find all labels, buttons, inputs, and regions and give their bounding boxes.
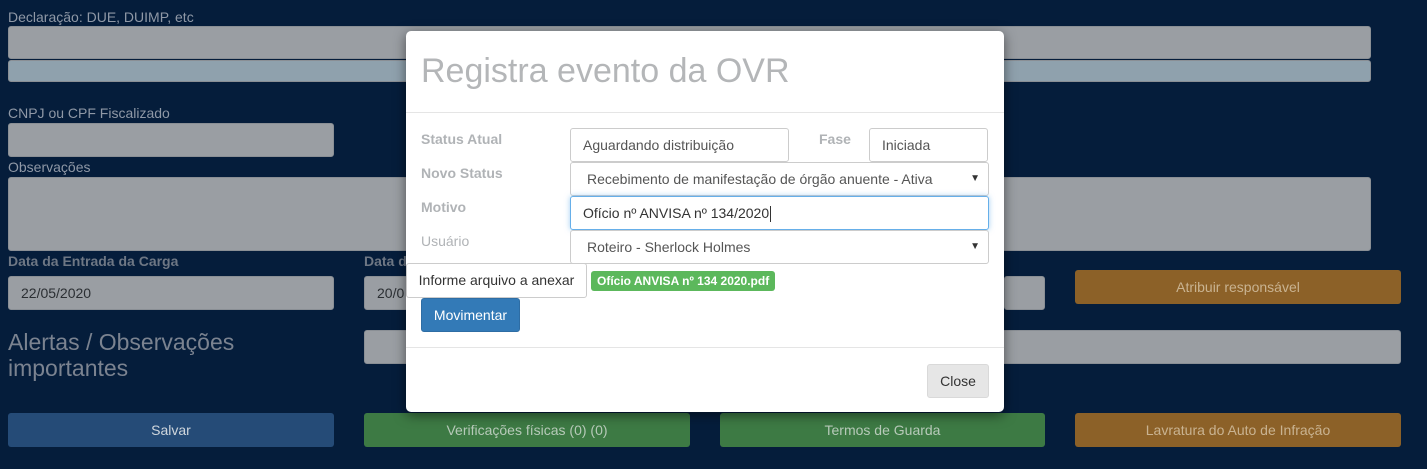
motivo-label: Motivo: [421, 199, 467, 215]
alertas-title: Alertas / Observações importantes: [8, 329, 235, 381]
registra-evento-modal: Registra evento da OVR Status Atual Agua…: [406, 31, 1004, 412]
novo-status-label: Novo Status: [421, 165, 503, 181]
termos-guarda-button[interactable]: Termos de Guarda: [720, 413, 1045, 447]
chevron-down-icon: ▼: [970, 241, 980, 252]
status-atual-label: Status Atual: [421, 131, 503, 147]
novo-status-select[interactable]: Recebimento de manifestação de órgão anu…: [570, 162, 989, 196]
usuario-select[interactable]: Roteiro - Sherlock Holmes ▼: [570, 230, 989, 264]
cnpj-input[interactable]: [8, 123, 334, 157]
modal-footer: Close: [406, 347, 1004, 412]
modal-title: Registra evento da OVR: [421, 52, 790, 90]
background-field-partial[interactable]: [1004, 276, 1045, 310]
modal-header: Registra evento da OVR: [406, 31, 1004, 113]
data-entrada-label: Data da Entrada da Carga: [8, 253, 179, 269]
chevron-down-icon: ▼: [970, 173, 980, 184]
file-upload-button[interactable]: Informe arquivo a anexar: [406, 263, 587, 298]
close-button[interactable]: Close: [927, 364, 989, 398]
fase-input[interactable]: Iniciada: [869, 128, 988, 162]
data-entrada-input[interactable]: 22/05/2020: [8, 276, 334, 310]
usuario-value: Roteiro - Sherlock Holmes: [587, 239, 751, 255]
salvar-button[interactable]: Salvar: [8, 413, 334, 447]
movimentar-button[interactable]: Movimentar: [421, 298, 520, 332]
status-atual-input[interactable]: Aguardando distribuição: [570, 128, 789, 162]
motivo-value: Ofício nº ANVISA nº 134/2020: [583, 205, 770, 221]
cnpj-label: CNPJ ou CPF Fiscalizado: [8, 105, 170, 121]
text-cursor: [770, 206, 772, 223]
lavratura-auto-button[interactable]: Lavratura do Auto de Infração: [1075, 413, 1401, 447]
declaracao-label: Declaração: DUE, DUIMP, etc: [8, 9, 194, 25]
fase-label: Fase: [819, 131, 851, 147]
motivo-input[interactable]: Ofício nº ANVISA nº 134/2020: [570, 196, 989, 230]
atribuir-responsavel-button[interactable]: Atribuir responsável: [1075, 270, 1401, 304]
usuario-label: Usuário: [421, 233, 470, 249]
novo-status-value: Recebimento de manifestação de órgão anu…: [587, 171, 933, 187]
verificacoes-fisicas-button[interactable]: Verificações físicas (0) (0): [364, 413, 690, 447]
observacoes-label: Observações: [8, 159, 91, 175]
data-second-label: Data d: [364, 253, 407, 269]
attached-file-badge: Ofício ANVISA nº 134 2020.pdf: [591, 271, 776, 291]
